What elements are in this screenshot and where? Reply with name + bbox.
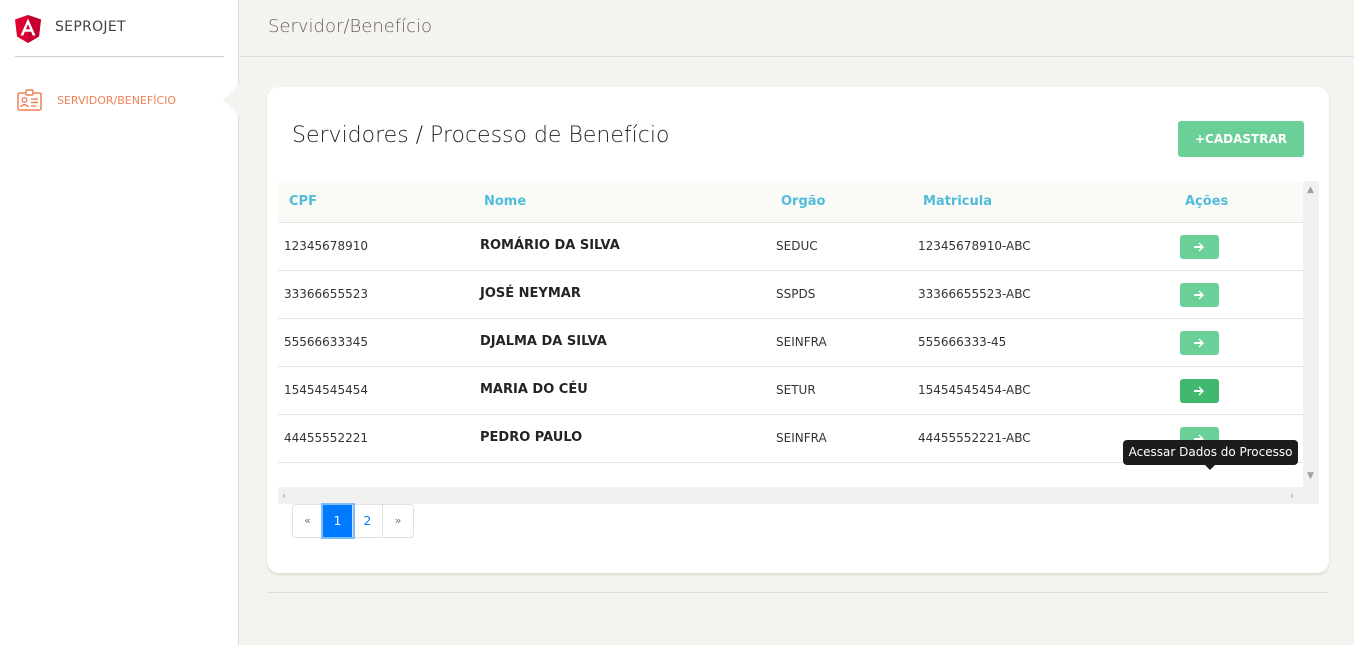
table-row: 55566633345 DJALMA DA SILVA SEINFRA 5556… [278, 319, 1303, 367]
table-row: 15454545454 MARIA DO CÉU SETUR 154545454… [278, 367, 1303, 415]
angular-logo-icon [15, 15, 41, 43]
column-header-orgao[interactable]: Orgão [781, 194, 825, 209]
cell-cpf: 12345678910 [284, 239, 368, 253]
brand[interactable]: SEPROJET [0, 0, 239, 57]
content-card: Servidores / Processo de Benefício +CADA… [267, 87, 1329, 573]
brand-divider [15, 56, 224, 57]
scroll-right-icon[interactable]: › [1290, 489, 1294, 502]
topbar: Servidor/Benefício [240, 0, 1354, 57]
open-process-button[interactable] [1180, 379, 1219, 403]
column-header-nome[interactable]: Nome [484, 194, 526, 209]
open-process-button[interactable] [1180, 331, 1219, 355]
cell-matricula: 33366655523-ABC [918, 287, 1031, 301]
column-header-acoes: Ações [1185, 194, 1229, 209]
cell-orgao: SEINFRA [776, 431, 827, 445]
active-caret [223, 84, 239, 116]
scroll-up-icon[interactable]: ▲ [1307, 185, 1314, 195]
table-row: 12345678910 ROMÁRIO DA SILVA SEDUC 12345… [278, 223, 1303, 271]
horizontal-scrollbar[interactable]: ‹ › [278, 487, 1319, 504]
data-table: CPF Nome Orgão Matricula Ações 123456789… [278, 181, 1303, 487]
page-1-button[interactable]: 1 [321, 503, 355, 539]
cell-nome: PEDRO PAULO [480, 430, 583, 445]
table-header: CPF Nome Orgão Matricula Ações [278, 181, 1303, 223]
tooltip: Acessar Dados do Processo [1123, 440, 1298, 465]
arrow-right-icon [1194, 338, 1204, 348]
column-header-cpf[interactable]: CPF [289, 194, 317, 209]
card-title: Servidores / Processo de Benefício [292, 123, 670, 148]
scroll-left-icon[interactable]: ‹ [282, 489, 286, 502]
sidebar-item-servidor-beneficio[interactable]: SERVIDOR/BENEFÍCIO [0, 80, 239, 120]
arrow-right-icon [1194, 290, 1204, 300]
open-process-button[interactable] [1180, 283, 1219, 307]
vertical-scrollbar[interactable]: ▲ ▼ [1303, 181, 1319, 487]
page-2-button[interactable]: 2 [353, 505, 383, 537]
cell-matricula: 44455552221-ABC [918, 431, 1031, 445]
open-process-button[interactable] [1180, 235, 1219, 259]
cell-orgao: SETUR [776, 383, 816, 397]
sidebar-item-label: SERVIDOR/BENEFÍCIO [57, 94, 177, 107]
footer-divider [267, 592, 1329, 593]
cell-matricula: 12345678910-ABC [918, 239, 1031, 253]
arrow-right-icon [1194, 386, 1204, 396]
pagination: « 1 2 » [292, 503, 414, 539]
cell-matricula: 555666333-45 [918, 335, 1007, 349]
cell-nome: JOSÉ NEYMAR [480, 286, 581, 301]
cadastrar-button[interactable]: +CADASTRAR [1178, 121, 1304, 157]
cell-orgao: SSPDS [776, 287, 816, 301]
cell-cpf: 33366655523 [284, 287, 368, 301]
page-prev-button[interactable]: « [293, 505, 323, 537]
arrow-right-icon [1194, 242, 1204, 252]
brand-name: SEPROJET [55, 19, 126, 35]
cell-orgao: SEINFRA [776, 335, 827, 349]
cell-orgao: SEDUC [776, 239, 818, 253]
cell-nome: MARIA DO CÉU [480, 382, 588, 397]
sidebar: SEPROJET SERVIDOR/BENEFÍCIO [0, 0, 239, 645]
scroll-down-icon[interactable]: ▼ [1307, 471, 1314, 481]
column-header-matricula[interactable]: Matricula [923, 194, 992, 209]
cell-cpf: 55566633345 [284, 335, 368, 349]
cell-cpf: 15454545454 [284, 383, 368, 397]
cell-cpf: 44455552221 [284, 431, 368, 445]
page-next-button[interactable]: » [383, 505, 413, 537]
cell-matricula: 15454545454-ABC [918, 383, 1031, 397]
id-card-icon [17, 89, 42, 111]
table-container: CPF Nome Orgão Matricula Ações 123456789… [278, 181, 1319, 504]
cell-nome: ROMÁRIO DA SILVA [480, 238, 620, 253]
page-title: Servidor/Benefício [268, 16, 433, 37]
cell-nome: DJALMA DA SILVA [480, 334, 607, 349]
tooltip-arrow [1205, 465, 1215, 470]
table-row: 33366655523 JOSÉ NEYMAR SSPDS 3336665552… [278, 271, 1303, 319]
